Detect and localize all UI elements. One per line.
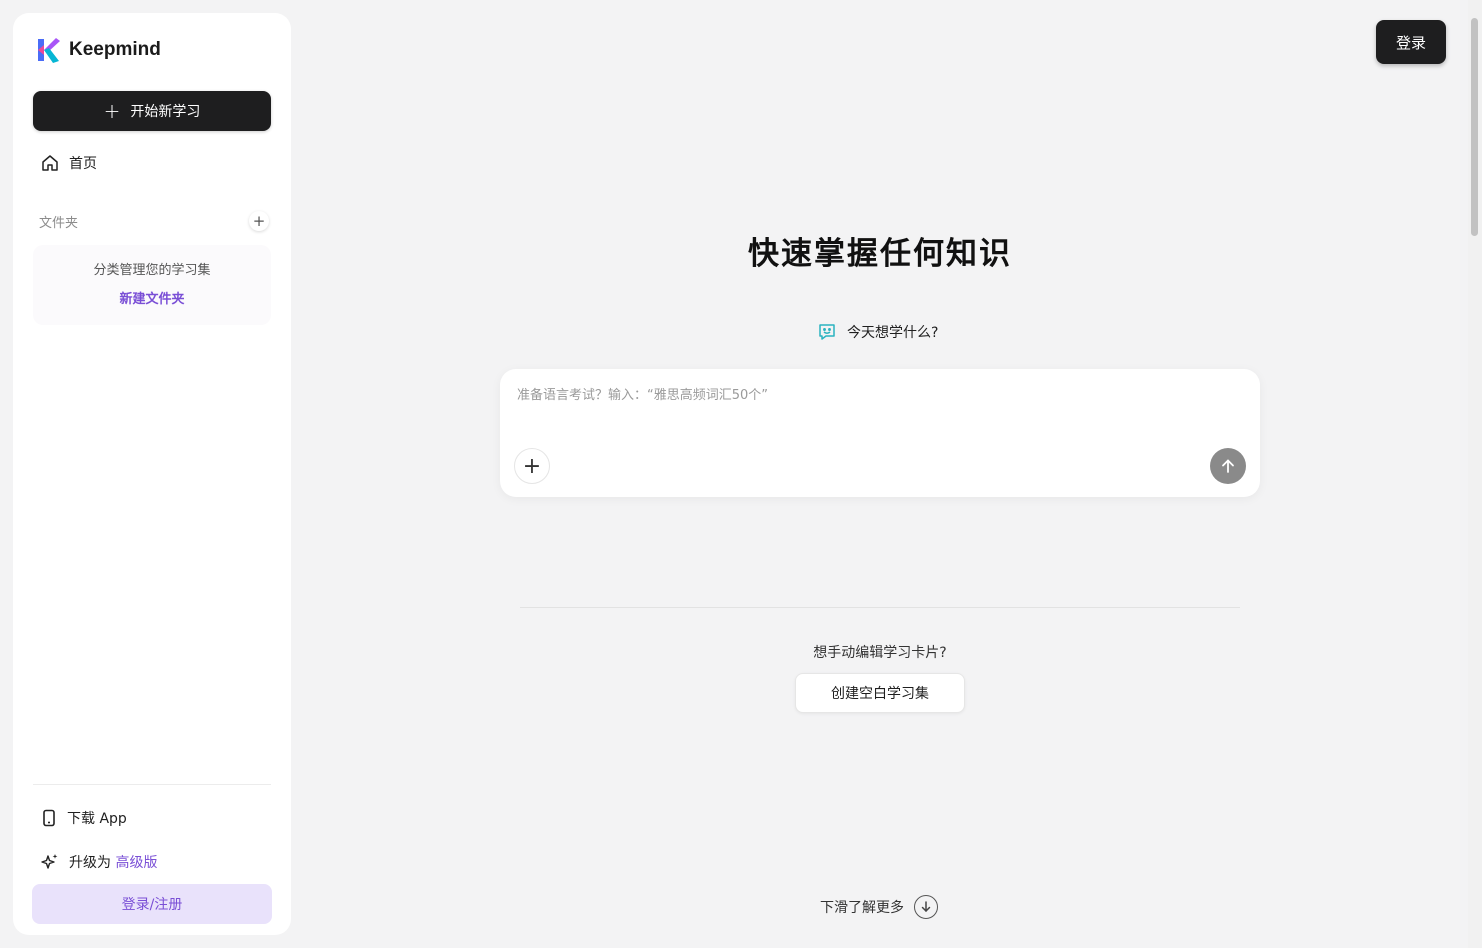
arrow-up-icon bbox=[1222, 459, 1234, 473]
phone-icon bbox=[43, 809, 55, 827]
folder-section-label: 文件夹 bbox=[39, 215, 79, 231]
arrow-down-circle-icon bbox=[914, 895, 938, 919]
login-register-button[interactable]: 登录/注册 bbox=[32, 884, 272, 924]
new-folder-link[interactable]: 新建文件夹 bbox=[33, 288, 271, 307]
create-blank-set-button[interactable]: 创建空白学习集 bbox=[795, 673, 965, 713]
page-headline: 快速掌握任何知识 bbox=[748, 236, 1012, 272]
upgrade-link[interactable]: 升级为 高级版 bbox=[41, 852, 157, 872]
sparkle-icon bbox=[41, 854, 58, 869]
chat-smile-icon bbox=[819, 324, 835, 340]
scroll-more-link[interactable]: 下滑了解更多 bbox=[820, 895, 938, 919]
upgrade-highlight: 高级版 bbox=[115, 855, 158, 871]
prompt-question-text: 今天想学什么? bbox=[847, 325, 939, 341]
study-input-placeholder[interactable]: 准备语言考试？输入：“雅思高频词汇50个” bbox=[517, 384, 768, 403]
start-new-study-label: 开始新学习 bbox=[130, 104, 201, 120]
home-icon bbox=[42, 155, 58, 171]
keepmind-logo-icon bbox=[38, 38, 60, 63]
content-divider bbox=[520, 607, 1240, 608]
add-folder-button[interactable]: + bbox=[249, 211, 269, 231]
plus-icon: + bbox=[103, 99, 121, 123]
sidebar-divider bbox=[33, 784, 271, 785]
scroll-more-label: 下滑了解更多 bbox=[820, 900, 904, 916]
download-app-link[interactable]: 下载 App bbox=[41, 808, 127, 828]
send-button[interactable] bbox=[1210, 448, 1246, 484]
start-new-study-button[interactable]: + 开始新学习 bbox=[33, 91, 271, 131]
download-app-label: 下载 App bbox=[67, 811, 127, 827]
manual-edit-question: 想手动编辑学习卡片? bbox=[813, 645, 947, 661]
scrollbar-thumb[interactable] bbox=[1471, 18, 1478, 236]
study-input-box[interactable]: 准备语言考试？输入：“雅思高频词汇50个” + bbox=[500, 369, 1260, 497]
folder-empty-desc: 分类管理您的学习集 bbox=[93, 263, 211, 278]
folder-empty-card: 分类管理您的学习集 新建文件夹 bbox=[33, 245, 271, 325]
home-label: 首页 bbox=[69, 156, 97, 172]
page-scrollbar[interactable] bbox=[1468, 0, 1482, 948]
header-login-button[interactable]: 登录 bbox=[1376, 20, 1446, 64]
upgrade-prefix: 升级为 bbox=[69, 855, 111, 871]
attach-plus-button[interactable]: + bbox=[514, 448, 550, 484]
logo[interactable]: Keepmind bbox=[35, 35, 161, 65]
sidebar: Keepmind + 开始新学习 首页 文件夹 + 分类管理您的学习集 新建文件… bbox=[13, 13, 291, 935]
prompt-question: 今天想学什么? bbox=[817, 322, 938, 342]
brand-name: Keepmind bbox=[69, 39, 161, 60]
sidebar-item-home[interactable]: 首页 bbox=[41, 153, 97, 173]
folder-section-header: 文件夹 + bbox=[39, 211, 269, 231]
